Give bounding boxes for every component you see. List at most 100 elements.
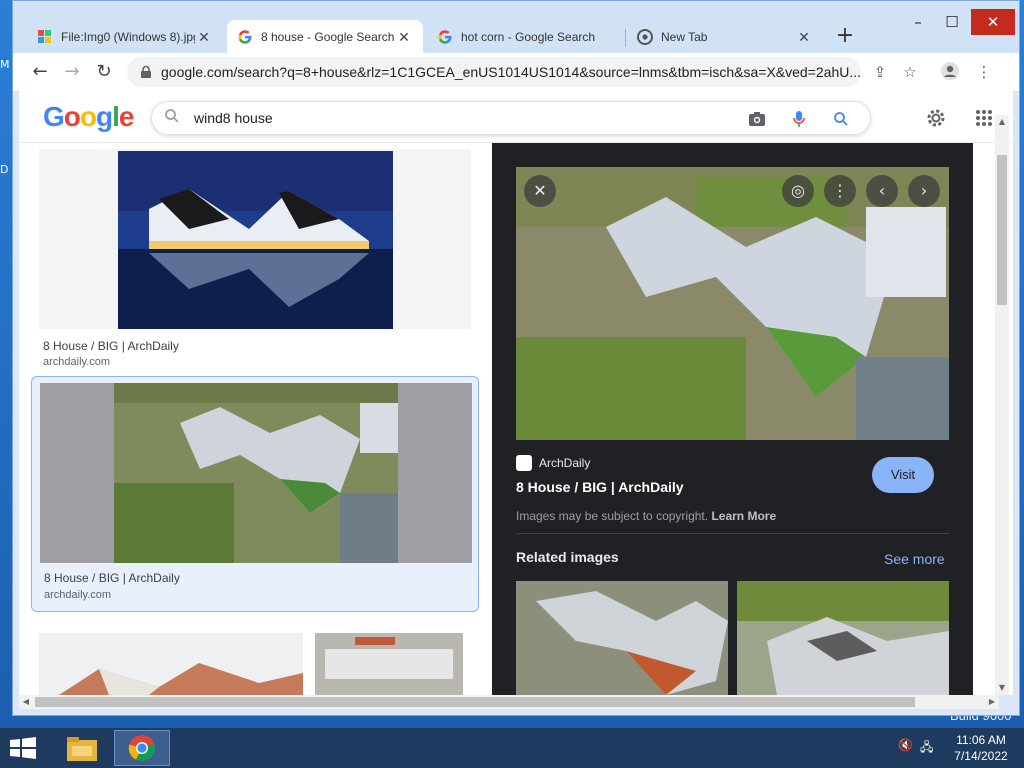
logo-letter: o (63, 101, 81, 132)
search-icon (164, 108, 194, 128)
file-explorer-icon[interactable] (54, 730, 110, 766)
lens-search-icon[interactable]: ◎ (782, 175, 814, 207)
tab-close-icon[interactable]: ✕ (395, 29, 413, 46)
learn-more-link[interactable]: Learn More (711, 509, 776, 523)
google-g-icon (437, 29, 453, 45)
minimize-button[interactable]: – (901, 9, 935, 35)
image-preview-panel: ✕ ◎ ⋮ ‹ › ArchDaily 8 House / BIG | Arch… (492, 143, 973, 695)
preview-title[interactable]: 8 House / BIG | ArchDaily (516, 479, 684, 495)
archdaily-favicon-icon (516, 455, 532, 471)
result-title[interactable]: 8 House / BIG | ArchDaily (43, 339, 179, 353)
tab-label: New Tab (661, 30, 708, 44)
tab-separator (625, 29, 626, 47)
address-bar[interactable]: google.com/search?q=8+house&rlz=1C1GCEA_… (127, 57, 861, 87)
tab-close-icon[interactable]: ✕ (795, 29, 813, 46)
microphone-icon[interactable] (788, 108, 810, 130)
chrome-taskbar-icon[interactable] (114, 730, 170, 766)
back-arrow-icon[interactable]: ← (27, 59, 53, 85)
taskbar: 🔇 🖧 11:06 AM 7/14/2022 (0, 728, 1024, 768)
camera-lens-icon[interactable] (746, 108, 768, 130)
share-icon[interactable]: ⇪ (869, 61, 891, 83)
tab-new-tab[interactable]: New Tab ✕ (627, 20, 823, 54)
logo-letter: G (43, 101, 65, 132)
scroll-down-icon[interactable]: ▼ (995, 681, 1009, 695)
clock-date: 7/14/2022 (954, 749, 1008, 763)
image-result-card[interactable] (31, 633, 479, 695)
tab-file-img0[interactable]: File:Img0 (Windows 8).jpg ✕ (27, 20, 223, 54)
image-file-icon (37, 29, 53, 45)
result-title[interactable]: 8 House / BIG | ArchDaily (44, 571, 180, 585)
horizontal-scrollbar[interactable]: ◀ ▶ (19, 695, 999, 709)
google-g-icon (237, 29, 253, 45)
url-text: google.com/search?q=8+house&rlz=1C1GCEA_… (161, 64, 861, 80)
system-clock[interactable]: 11:06 AM 7/14/2022 (942, 732, 1020, 764)
scroll-up-icon[interactable]: ▲ (995, 115, 1009, 129)
apps-grid-icon[interactable] (971, 105, 997, 131)
tab-label: hot corn - Google Search (461, 30, 596, 44)
divider (516, 533, 949, 534)
google-logo[interactable]: Google (43, 101, 135, 133)
search-input[interactable] (194, 110, 734, 126)
related-images-heading: Related images (516, 549, 619, 565)
tab-hot-corn[interactable]: hot corn - Google Search (427, 20, 623, 54)
forward-arrow-icon[interactable]: → (59, 59, 85, 85)
desktop-edge-text: D (0, 163, 9, 176)
windows-start-icon[interactable] (8, 736, 38, 760)
image-results: 8 House / BIG | ArchDaily archdaily.com (19, 143, 491, 695)
tab-label: 8 house - Google Search (261, 30, 395, 44)
logo-letter: o (79, 101, 97, 132)
scrollbar-thumb[interactable] (997, 155, 1007, 305)
see-more-link[interactable]: See more (884, 551, 945, 567)
image-result-card[interactable]: 8 House / BIG | ArchDaily archdaily.com (31, 149, 479, 369)
google-search-box[interactable] (151, 101, 871, 135)
logo-letter: g (96, 101, 113, 132)
scroll-left-icon[interactable]: ◀ (19, 695, 33, 709)
more-options-icon[interactable]: ⋮ (824, 175, 856, 207)
search-submit-icon[interactable] (830, 108, 852, 130)
related-image-thumbnail[interactable] (737, 581, 949, 695)
maximize-button[interactable]: ☐ (935, 9, 969, 35)
source-name: ArchDaily (539, 456, 591, 470)
scroll-right-icon[interactable]: ▶ (985, 695, 999, 709)
speaker-muted-icon[interactable]: 🔇 (898, 738, 913, 752)
result-source[interactable]: archdaily.com (44, 589, 111, 601)
logo-letter: e (118, 101, 135, 132)
desktop-edge-text: M (0, 58, 10, 71)
scrollbar-thumb[interactable] (35, 697, 915, 707)
chrome-icon (637, 29, 653, 45)
page-content: Google wind8 house 8 House / BIG | ArchD… (19, 91, 1013, 695)
google-header: Google (19, 91, 1013, 143)
next-image-icon[interactable]: › (908, 175, 940, 207)
result-thumbnail[interactable] (39, 633, 303, 695)
result-thumbnail[interactable] (40, 383, 472, 563)
more-menu-icon[interactable]: ⋮ (973, 61, 995, 83)
copyright-notice: Images may be subject to copyright. Lear… (516, 509, 776, 523)
tab-8-house[interactable]: 8 house - Google Search ✕ (227, 20, 423, 54)
close-window-button[interactable]: ✕ (971, 9, 1015, 35)
network-icon[interactable]: 🖧 (920, 738, 933, 759)
preview-source[interactable]: ArchDaily (516, 455, 590, 471)
vertical-scrollbar[interactable]: ▲ ▼ (995, 115, 1009, 695)
bookmark-star-icon[interactable]: ☆ (899, 61, 921, 83)
new-tab-plus-icon[interactable]: + (833, 25, 857, 49)
related-image-thumbnail[interactable] (516, 581, 728, 695)
profile-avatar-icon[interactable] (939, 61, 961, 83)
browser-toolbar: ← → ↻ google.com/search?q=8+house&rlz=1C… (13, 53, 1019, 91)
logo-letter: l (112, 101, 120, 132)
copyright-text: Images may be subject to copyright. (516, 509, 709, 523)
tab-strip: File:Img0 (Windows 8).jpg ✕ 8 house - Go… (13, 1, 1019, 54)
result-source[interactable]: archdaily.com (43, 356, 110, 368)
tab-label: File:Img0 (Windows 8).jpg (61, 30, 195, 44)
tab-close-icon[interactable]: ✕ (195, 29, 213, 46)
previous-image-icon[interactable]: ‹ (866, 175, 898, 207)
close-preview-icon[interactable]: ✕ (524, 175, 556, 207)
image-result-card-selected[interactable]: 8 House / BIG | ArchDaily archdaily.com (31, 376, 479, 612)
clock-time: 11:06 AM (956, 733, 1006, 747)
settings-gear-icon[interactable] (923, 105, 949, 131)
reload-icon[interactable]: ↻ (91, 59, 117, 85)
result-thumbnail[interactable] (315, 633, 463, 695)
result-thumbnail[interactable] (39, 149, 471, 329)
visit-button[interactable]: Visit (872, 457, 934, 493)
lock-icon (141, 65, 151, 78)
preview-image[interactable] (516, 167, 949, 440)
